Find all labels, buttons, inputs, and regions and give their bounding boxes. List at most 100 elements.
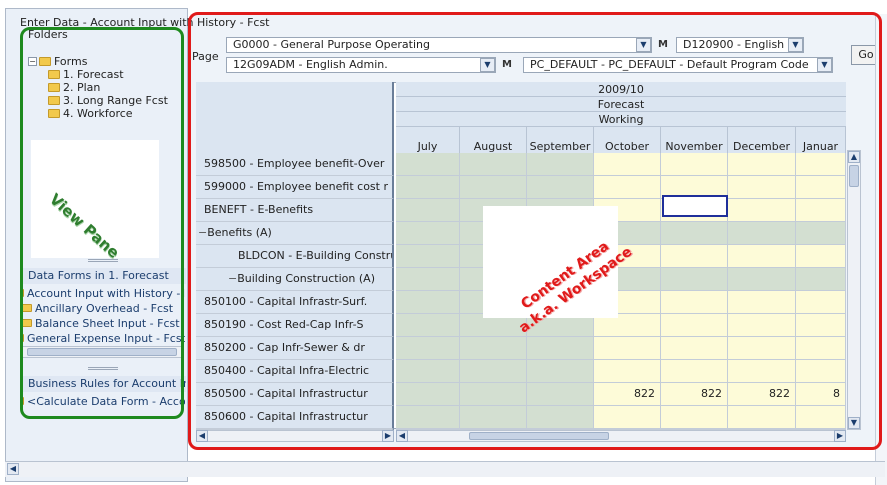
grid-cell[interactable] [728,314,796,337]
splitter-handle[interactable] [88,259,118,262]
row-header[interactable]: 850600 - Capital Infrastructur [196,406,394,429]
grid-cell[interactable] [594,337,661,360]
grid-cell[interactable] [728,337,796,360]
grid-cell[interactable] [527,360,594,383]
data-form-item[interactable]: Ancillary Overhead - Fcst [22,301,185,315]
grid-cell[interactable] [661,245,728,268]
grid-cell[interactable] [728,268,796,291]
row-header[interactable]: 850500 - Capital Infrastructur [196,383,394,406]
row-header[interactable]: −Building Construction (A) [196,268,394,291]
forms-list-hscrollbar[interactable] [22,346,184,358]
grid-cell[interactable] [796,360,846,383]
grid-cell[interactable] [728,153,796,176]
collapse-icon[interactable]: − [28,57,37,66]
row-header[interactable]: 850200 - Cap Infr-Sewer & dr [196,337,394,360]
grid-cell[interactable] [796,222,846,245]
data-form-item[interactable]: Account Input with History - Fc [22,286,185,300]
grid-cell[interactable] [728,176,796,199]
user-select[interactable]: 12G09ADM - English Admin. [226,57,496,73]
grid-cell[interactable] [396,222,460,245]
scroll-thumb[interactable] [27,348,177,356]
grid-cell[interactable] [460,383,527,406]
grid-cell[interactable] [594,153,661,176]
grid-cell[interactable] [527,153,594,176]
scroll-left-icon[interactable]: ◀ [196,430,208,442]
data-form-item[interactable]: Balance Sheet Input - Fcst [22,316,185,330]
grid-cell[interactable] [594,360,661,383]
scroll-left-icon[interactable]: ◀ [396,430,408,442]
grid-cell[interactable] [396,406,460,429]
grid-cell[interactable] [396,268,460,291]
tree-item[interactable]: − Forms [28,55,87,68]
row-header[interactable]: 850400 - Capital Infra-Electric [196,360,394,383]
grid-cell[interactable] [661,153,728,176]
row-header[interactable]: 850190 - Cost Red-Cap Infr-S [196,314,394,337]
grid-cell[interactable]: 822 [594,383,661,406]
grid-cell[interactable] [796,291,846,314]
grid-cell[interactable] [796,314,846,337]
grid-cell[interactable] [527,176,594,199]
grid-cell[interactable] [661,314,728,337]
tree-item[interactable]: 4. Workforce [48,107,133,120]
scroll-up-icon[interactable]: ▲ [848,151,860,163]
chevron-down-icon[interactable]: ▼ [480,58,495,72]
scroll-right-icon[interactable]: ▶ [834,430,846,442]
grid-cell[interactable] [594,406,661,429]
outer-hscrollbar[interactable]: ◀ [5,461,885,477]
grid-cell[interactable] [796,406,846,429]
grid-cell[interactable] [728,406,796,429]
find-member-icon[interactable]: M [655,38,671,52]
entity-select[interactable]: G0000 - General Purpose Operating [226,37,652,53]
row-header[interactable]: −Benefits (A) [196,222,394,245]
grid-vscrollbar[interactable]: ▲ ▼ [847,150,861,430]
row-header[interactable]: BLDCON - E-Building Construc [196,245,394,268]
grid-cell[interactable] [661,406,728,429]
grid-cell[interactable] [396,314,460,337]
grid-cell[interactable] [796,337,846,360]
grid-cell[interactable] [396,176,460,199]
grid-cell[interactable] [661,268,728,291]
grid-cell[interactable] [594,176,661,199]
grid-cell[interactable] [661,360,728,383]
grid-cell[interactable]: 822 [728,383,796,406]
row-header[interactable]: 850100 - Capital Infrastr-Surf. [196,291,394,314]
tree-item[interactable]: 3. Long Range Fcst [48,94,168,107]
grid-cell[interactable] [460,360,527,383]
grid-cell[interactable] [396,153,460,176]
scroll-down-icon[interactable]: ▼ [848,417,860,429]
scroll-left-icon[interactable]: ◀ [7,463,19,475]
grid-cell[interactable] [796,153,846,176]
grid-cell[interactable] [796,176,846,199]
chevron-down-icon[interactable]: ▼ [788,38,803,52]
grid-cell[interactable] [460,406,527,429]
scroll-thumb[interactable] [469,432,609,440]
grid-cell[interactable] [661,222,728,245]
grid-hscrollbar[interactable]: ◀ ▶ [396,430,846,442]
find-member-icon[interactable]: M [499,58,515,72]
selected-cell[interactable] [662,195,728,217]
grid-cell[interactable] [796,245,846,268]
grid-cell[interactable] [460,337,527,360]
row-header[interactable]: 599000 - Employee benefit cost r [196,176,394,199]
business-rule-item[interactable]: <Calculate Data Form - Accou [22,394,185,408]
program-select[interactable]: PC_DEFAULT - PC_DEFAULT - Default Progra… [523,57,833,73]
grid-cell[interactable] [396,245,460,268]
grid-cell[interactable] [460,153,527,176]
grid-cell[interactable] [728,245,796,268]
grid-cell[interactable] [396,199,460,222]
row-header[interactable]: 598500 - Employee benefit-Over [196,153,394,176]
grid-cell[interactable] [396,383,460,406]
grid-cell[interactable] [396,337,460,360]
grid-cell[interactable] [728,222,796,245]
row-header[interactable]: BENEFT - E-Benefits [196,199,394,222]
data-form-item[interactable]: General Expense Input - Fcst [22,331,185,345]
grid-cell[interactable] [728,199,796,222]
grid-cell[interactable] [527,406,594,429]
grid-cell[interactable] [396,360,460,383]
chevron-down-icon[interactable]: ▼ [817,58,832,72]
scroll-right-icon[interactable]: ▶ [382,430,394,442]
tree-item[interactable]: 1. Forecast [48,68,124,81]
collapse-icon[interactable]: − [228,272,237,285]
grid-cell[interactable] [396,291,460,314]
grid-cell[interactable] [527,337,594,360]
